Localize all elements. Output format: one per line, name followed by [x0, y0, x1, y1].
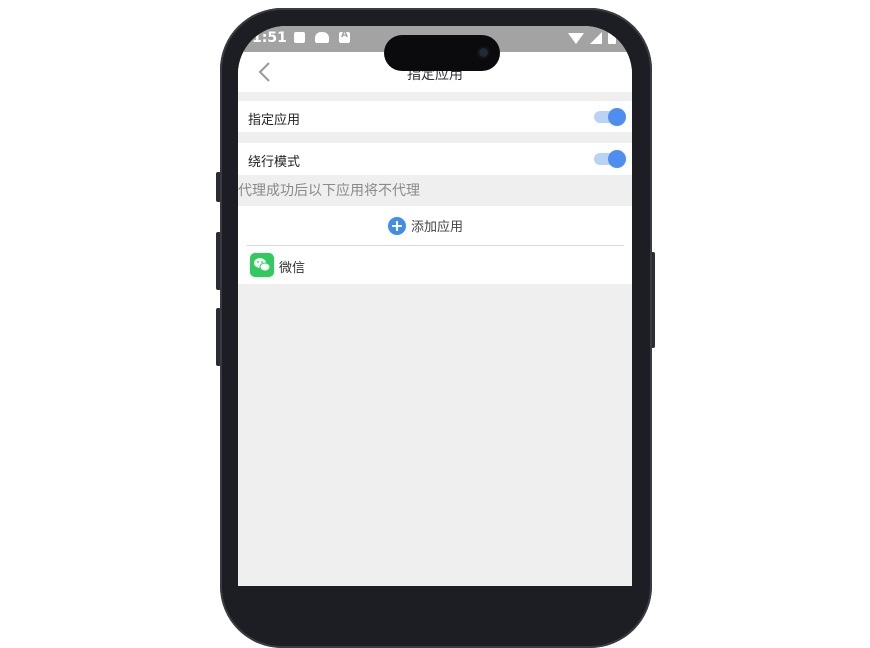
- specify-apps-label: 指定应用: [248, 113, 301, 128]
- phone-screen: 1:51 指定应用 指定应用 绕行模式 代理成功后以下应用将不代理: [238, 26, 632, 586]
- hint-text: 代理成功后以下应用将不代理: [238, 183, 420, 199]
- bypass-mode-toggle[interactable]: [594, 150, 626, 168]
- bypass-mode-row[interactable]: 绕行模式: [238, 143, 632, 175]
- dynamic-island: [384, 35, 500, 71]
- list-item[interactable]: 微信: [238, 246, 632, 284]
- camera-icon: [477, 46, 490, 59]
- specify-apps-toggle[interactable]: [594, 108, 626, 126]
- add-app-label: 添加应用: [411, 220, 464, 235]
- signal-icon: [590, 32, 602, 44]
- wifi-icon: [568, 33, 584, 44]
- vpn-icon: [315, 32, 329, 43]
- wechat-icon: [250, 253, 274, 277]
- add-app-row[interactable]: 添加应用: [238, 206, 632, 246]
- toggle-knob: [608, 150, 626, 168]
- plus-circle-icon: [388, 216, 406, 235]
- battery-icon: [608, 32, 616, 44]
- text-a-icon: [339, 30, 350, 43]
- specify-apps-row[interactable]: 指定应用: [238, 101, 632, 132]
- image-icon: [294, 32, 305, 43]
- app-name: 微信: [279, 261, 306, 276]
- toggle-knob: [608, 108, 626, 126]
- status-time: 1:51: [252, 30, 287, 46]
- bypass-mode-label: 绕行模式: [248, 155, 301, 170]
